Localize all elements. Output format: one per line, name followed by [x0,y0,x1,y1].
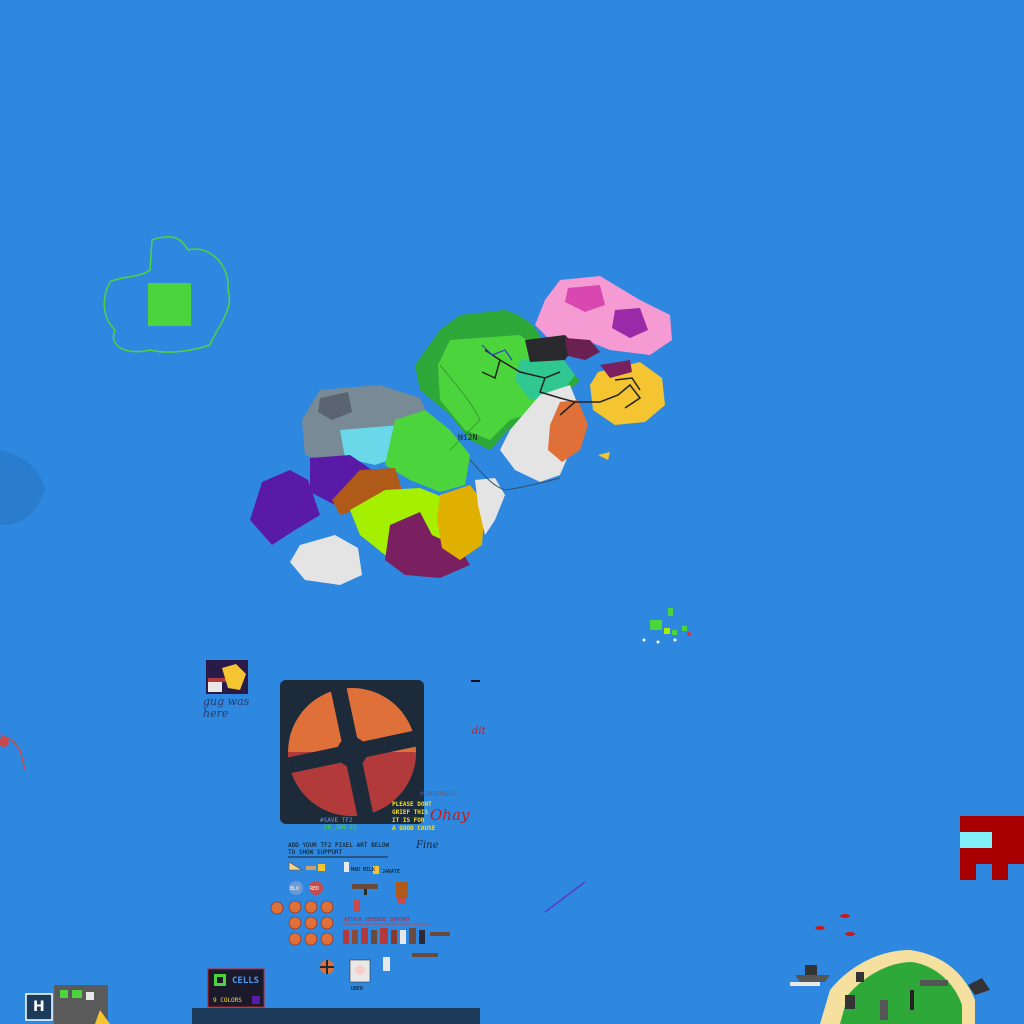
classes-label: ATTACK DEFENSE SUPPORT [344,917,411,923]
red-pixel-art [960,816,1024,880]
credit-label: MINEERR251 [420,791,457,798]
pixel-canvas[interactable]: Hi2N gug was here dit #SAVE TF2 26 JAN 2… [0,0,1024,1024]
add-art-line2: TO SHOW SUPPORT [288,849,343,856]
bottom-bar [192,1008,480,1024]
blu-label: BLU [290,886,300,892]
uber-label: UBER [351,986,364,992]
mad-milk-label: MAD MILK [351,867,376,873]
bottom-right-island [820,950,975,1024]
please-line4: A GOOD CAUSE [392,825,436,832]
small-dash [471,680,480,682]
red-label: RED [310,886,320,892]
please-line1: PLEASE DONT [392,801,432,808]
class-lineup [343,928,425,944]
cells-label: CELLS [232,976,260,986]
colors-label: 9 COLORS [213,997,242,1004]
faded-shape [0,450,45,525]
boat-icon [598,452,610,460]
gug-sign [206,660,248,694]
dit-label: dit [472,726,486,737]
island-tag: Hi2N [458,433,478,442]
please-line2: GRIEF THIS [392,809,429,816]
h-badge-label: H [33,999,45,1015]
canvas-map [0,236,1024,1024]
jarate-label: JARATE [382,869,401,875]
date-label: 26 JAN 22 [324,824,357,831]
planes [815,914,855,936]
ohay-label: Ohay [430,806,470,824]
stray-line [544,881,586,913]
small-island-cluster [642,608,691,644]
ship-icon [790,965,830,986]
bottom-left-structure [54,985,110,1024]
green-square [148,283,191,326]
gug-sign-line2: here [203,707,229,720]
please-line3: IT IS FOR [392,817,425,824]
fine-label: Fine [416,840,439,851]
region-white-sw [290,535,362,585]
region-purple-2 [250,470,320,545]
